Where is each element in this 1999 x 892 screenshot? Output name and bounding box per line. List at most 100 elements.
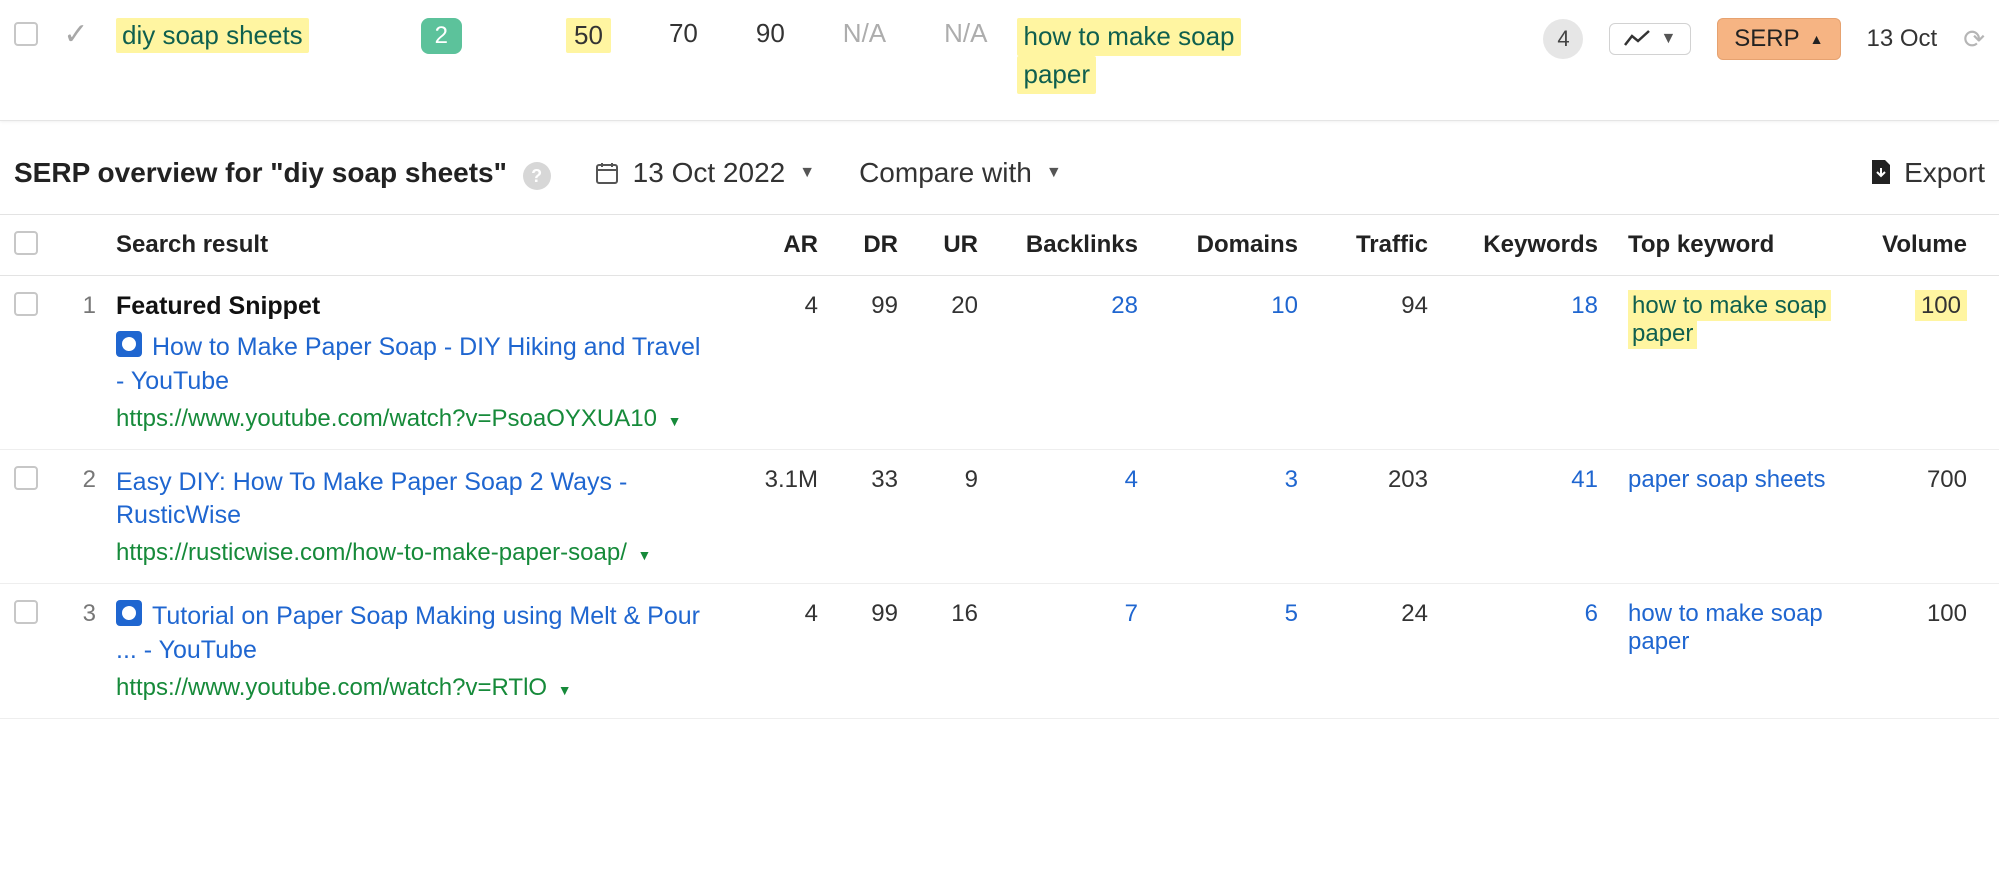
col-ar[interactable]: AR: [726, 231, 818, 259]
help-icon[interactable]: ?: [523, 162, 551, 190]
compare-dropdown[interactable]: Compare with ▼: [859, 157, 1062, 189]
refresh-icon[interactable]: ⟳: [1963, 24, 1985, 55]
video-thumbnail-icon: [116, 600, 142, 626]
cell-top-keyword[interactable]: paper soap sheets: [1598, 466, 1878, 494]
export-icon: [1870, 160, 1892, 186]
row-checkbox[interactable]: [14, 466, 38, 490]
cell-dr: 99: [818, 600, 898, 628]
top-keyword-cell[interactable]: how to make soap paper: [1017, 18, 1240, 94]
calendar-icon: [595, 161, 619, 185]
result-url[interactable]: https://rusticwise.com/how-to-make-paper…: [116, 539, 706, 567]
caret-down-icon: ▼: [1660, 30, 1676, 48]
serp-button-label: SERP: [1734, 25, 1799, 53]
cell-dr: 99: [818, 292, 898, 320]
cell-volume: 700: [1878, 466, 1985, 494]
col-top-keyword[interactable]: Top keyword: [1598, 231, 1878, 259]
row-index: 2: [64, 466, 116, 494]
check-icon: ✓: [60, 18, 92, 50]
overview-title-wrap: SERP overview for "diy soap sheets" ?: [14, 157, 551, 191]
col-volume[interactable]: Volume: [1878, 231, 1985, 259]
serp-overview-header: SERP overview for "diy soap sheets" ? 13…: [0, 121, 1999, 215]
caret-down-icon: ▼: [799, 164, 815, 182]
export-label: Export: [1904, 157, 1985, 189]
caret-down-icon[interactable]: ▼: [668, 413, 682, 429]
cell-traffic: 203: [1298, 466, 1428, 494]
trend-button[interactable]: ▼: [1609, 23, 1691, 55]
col-keywords[interactable]: Keywords: [1428, 231, 1598, 259]
metric-3: 90: [756, 18, 785, 49]
result-url[interactable]: https://www.youtube.com/watch?v=PsoaOYXU…: [116, 405, 706, 433]
position-badge: 2: [421, 18, 462, 54]
caret-down-icon[interactable]: ▼: [558, 682, 572, 698]
metric-1: 50: [566, 18, 611, 53]
serp-button[interactable]: SERP ▲: [1717, 18, 1840, 60]
cell-traffic: 94: [1298, 292, 1428, 320]
col-backlinks[interactable]: Backlinks: [978, 231, 1138, 259]
row-checkbox[interactable]: [14, 292, 38, 316]
col-search-result[interactable]: Search result: [116, 231, 726, 259]
result-title-link[interactable]: Easy DIY: How To Make Paper Soap 2 Ways …: [116, 466, 706, 534]
cell-ur: 9: [898, 466, 978, 494]
metric-4: N/A: [843, 18, 886, 49]
search-result-cell: Easy DIY: How To Make Paper Soap 2 Ways …: [116, 466, 726, 568]
serp-table: Search result AR DR UR Backlinks Domains…: [0, 214, 1999, 719]
export-button[interactable]: Export: [1870, 157, 1985, 189]
result-title-link[interactable]: How to Make Paper Soap - DIY Hiking and …: [116, 331, 706, 399]
col-domains[interactable]: Domains: [1138, 231, 1298, 259]
row-index: 3: [64, 600, 116, 628]
metric-5: N/A: [944, 18, 987, 49]
cell-ur: 16: [898, 600, 978, 628]
trend-icon: [1624, 30, 1650, 48]
row-checkbox[interactable]: [14, 22, 38, 46]
keyword-row: ✓ diy soap sheets 2 50 70 90 N/A N/A how…: [0, 0, 1999, 121]
search-result-cell: Featured Snippet How to Make Paper Soap -…: [116, 292, 726, 433]
cell-keywords[interactable]: 6: [1428, 600, 1598, 628]
featured-snippet-label: Featured Snippet: [116, 292, 706, 321]
cell-ar: 4: [726, 292, 818, 320]
cell-backlinks[interactable]: 7: [978, 600, 1138, 628]
row-date: 13 Oct: [1867, 25, 1938, 53]
keyword-cell[interactable]: diy soap sheets: [116, 18, 309, 53]
cell-domains[interactable]: 5: [1138, 600, 1298, 628]
cell-backlinks[interactable]: 4: [978, 466, 1138, 494]
col-dr[interactable]: DR: [818, 231, 898, 259]
compare-label: Compare with: [859, 157, 1032, 189]
cell-ur: 20: [898, 292, 978, 320]
col-ur[interactable]: UR: [898, 231, 978, 259]
row-checkbox[interactable]: [14, 600, 38, 624]
caret-down-icon: ▼: [1046, 164, 1062, 182]
serp-features-count[interactable]: 4: [1543, 19, 1583, 59]
result-title-link[interactable]: Tutorial on Paper Soap Making using Melt…: [116, 600, 706, 668]
table-row: 2Easy DIY: How To Make Paper Soap 2 Ways…: [0, 450, 1999, 585]
cell-backlinks[interactable]: 28: [978, 292, 1138, 320]
cell-keywords[interactable]: 41: [1428, 466, 1598, 494]
row-index: 1: [64, 292, 116, 320]
cell-top-keyword[interactable]: how to make soappaper: [1598, 600, 1878, 656]
table-row: 1Featured Snippet How to Make Paper Soap …: [0, 276, 1999, 450]
top-keyword-line1: how to make soap: [1017, 18, 1240, 56]
cell-volume: 100: [1878, 292, 1985, 320]
video-thumbnail-icon: [116, 331, 142, 357]
cell-domains[interactable]: 3: [1138, 466, 1298, 494]
date-picker[interactable]: 13 Oct 2022 ▼: [595, 157, 815, 189]
table-row: 3Tutorial on Paper Soap Making using Mel…: [0, 584, 1999, 719]
caret-down-icon[interactable]: ▼: [638, 547, 652, 563]
overview-title: SERP overview for "diy soap sheets": [14, 157, 507, 188]
cell-volume: 100: [1878, 600, 1985, 628]
row-actions: 4 ▼ SERP ▲ 13 Oct ⟳: [1543, 18, 1985, 60]
top-keyword-line2: paper: [1017, 56, 1096, 94]
caret-up-icon: ▲: [1810, 31, 1824, 47]
select-all-checkbox[interactable]: [14, 231, 38, 255]
cell-traffic: 24: [1298, 600, 1428, 628]
table-header-row: Search result AR DR UR Backlinks Domains…: [0, 215, 1999, 276]
metric-2: 70: [669, 18, 698, 49]
cell-domains[interactable]: 10: [1138, 292, 1298, 320]
col-traffic[interactable]: Traffic: [1298, 231, 1428, 259]
cell-top-keyword[interactable]: how to make soappaper: [1598, 292, 1878, 348]
cell-keywords[interactable]: 18: [1428, 292, 1598, 320]
cell-ar: 4: [726, 600, 818, 628]
result-url[interactable]: https://www.youtube.com/watch?v=RTlO ▼: [116, 674, 706, 702]
date-picker-value: 13 Oct 2022: [633, 157, 786, 189]
search-result-cell: Tutorial on Paper Soap Making using Melt…: [116, 600, 726, 702]
cell-ar: 3.1M: [726, 466, 818, 494]
